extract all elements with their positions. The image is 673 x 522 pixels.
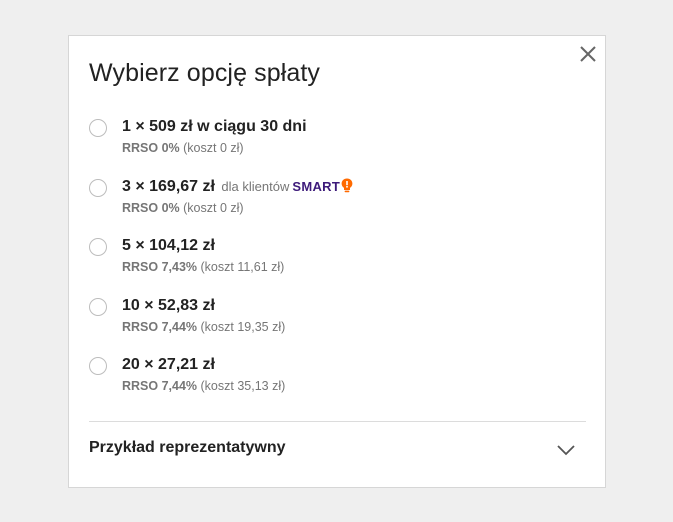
option-details: RRSO 7,44% (koszt 19,35 zł): [122, 318, 285, 336]
option-cost: (koszt 11,61 zł): [200, 260, 285, 274]
option-installments: 10 × 52,83 zł: [122, 296, 215, 314]
option-installments: 5 × 104,12 zł: [122, 237, 215, 254]
option-rrso: RRSO 7,43%: [122, 260, 198, 274]
payment-option-3[interactable]: 5 × 104,12 zł RRSO 7,43% (koszt 11,61 zł…: [89, 235, 589, 295]
chevron-down-icon[interactable]: [556, 443, 576, 457]
option-main-line: 3 × 169,67 zł dla klientów SMART: [122, 176, 353, 198]
option-cost: (koszt 19,35 zł): [200, 319, 286, 334]
option-text: 1 × 509 zł w ciągu 30 dni RRSO 0% (koszt…: [122, 116, 307, 157]
radio-button[interactable]: [89, 178, 107, 197]
option-installments: 3 × 169,67 zł: [122, 177, 215, 195]
option-cost: (koszt 0 zł): [183, 200, 244, 215]
option-rrso: RRSO 0%: [122, 200, 180, 215]
payment-option-4[interactable]: 10 × 52,83 zł RRSO 7,44% (koszt 19,35 zł…: [89, 295, 589, 355]
radio-button[interactable]: [89, 119, 107, 137]
payment-option-5[interactable]: 20 × 27,21 zł RRSO 7,44% (koszt 35,13 zł…: [89, 354, 589, 414]
option-eligibility: dla klientów: [221, 178, 290, 194]
radio-button[interactable]: [89, 238, 107, 256]
smart-badge: SMART: [292, 178, 341, 194]
payment-options-list: 1 × 509 zł w ciągu 30 dni RRSO 0% (koszt…: [89, 116, 589, 414]
option-cost: (koszt 35,13 zł): [200, 379, 286, 393]
representative-example-label: Przykład reprezentatywny: [89, 439, 286, 456]
payment-option-1[interactable]: 1 × 509 zł w ciągu 30 dni RRSO 0% (koszt…: [89, 116, 589, 176]
option-details: RRSO 7,44% (koszt 35,13 zł): [122, 377, 285, 395]
radio-button[interactable]: [89, 297, 107, 316]
option-rrso: RRSO 7,44%: [122, 379, 198, 393]
modal-title: Wybierz opcję spłaty: [89, 59, 321, 87]
option-details: RRSO 0% (koszt 0 zł): [122, 199, 353, 217]
payment-option-2[interactable]: 3 × 169,67 zł dla klientów SMART RRSO 0% …: [89, 176, 589, 236]
option-cost: (koszt 0 zł): [183, 141, 244, 155]
option-text: 20 × 27,21 zł RRSO 7,44% (koszt 35,13 zł…: [122, 354, 285, 395]
option-details: RRSO 0% (koszt 0 zł): [122, 139, 307, 157]
option-details: RRSO 7,43% (koszt 11,61 zł): [122, 258, 284, 276]
option-rrso: RRSO 0%: [122, 141, 180, 155]
representative-example-toggle[interactable]: Przykład reprezentatywny: [89, 422, 586, 474]
option-rrso: RRSO 7,44%: [122, 319, 198, 334]
radio-button[interactable]: [89, 357, 107, 375]
payment-options-modal: Wybierz opcję spłaty 1 × 509 zł w ciągu …: [68, 35, 606, 488]
option-installments: 1 × 509 zł w ciągu 30 dni: [122, 118, 307, 135]
option-text: 3 × 169,67 zł dla klientów SMART RRSO 0% …: [122, 176, 353, 217]
option-text: 10 × 52,83 zł RRSO 7,44% (koszt 19,35 zł…: [122, 295, 285, 336]
option-text: 5 × 104,12 zł RRSO 7,43% (koszt 11,61 zł…: [122, 235, 284, 276]
option-installments: 20 × 27,21 zł: [122, 356, 215, 373]
close-icon[interactable]: [577, 43, 599, 65]
smart-bulb-icon: [341, 178, 353, 192]
